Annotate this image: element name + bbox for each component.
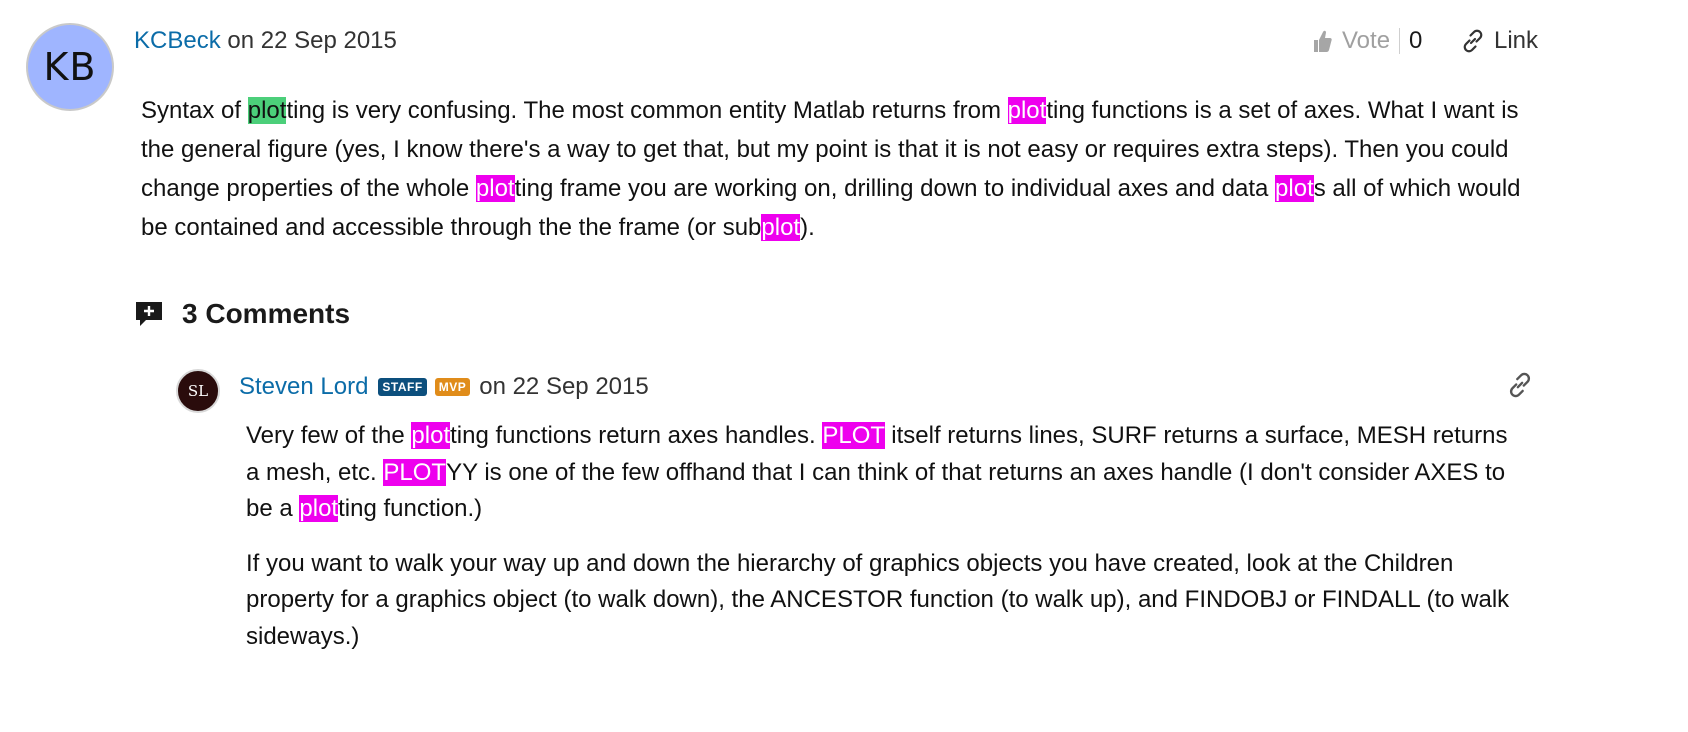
text-segment: Very few of the bbox=[246, 422, 412, 449]
link-button[interactable]: Link bbox=[1460, 24, 1538, 58]
search-highlight: PLOT bbox=[822, 422, 885, 449]
comment-avatar-initials: SL bbox=[187, 382, 209, 400]
comment-meta: Steven Lord STAFF MVP on 22 Sep 2015 bbox=[239, 372, 649, 402]
search-highlight: PLOT bbox=[383, 458, 447, 486]
text-segment: ting functions return axes handles. bbox=[450, 422, 823, 449]
thumbs-up-icon bbox=[1314, 30, 1332, 52]
search-highlight: plot bbox=[475, 175, 515, 202]
comment-avatar[interactable]: SL bbox=[176, 369, 220, 413]
text-segment: ting function.) bbox=[338, 495, 483, 522]
add-comment-icon bbox=[136, 302, 162, 326]
text-segment: ting is very confusing. The most common … bbox=[286, 97, 1008, 124]
vote-count: 0 bbox=[1409, 27, 1423, 54]
mvp-badge: MVP bbox=[434, 378, 471, 396]
staff-badge: STAFF bbox=[378, 378, 427, 396]
text-segment: ). bbox=[800, 214, 815, 241]
search-highlight-current: plot bbox=[247, 97, 287, 124]
text-segment: ting frame you are working on, drilling … bbox=[514, 175, 1276, 202]
chain-link-icon bbox=[1509, 372, 1531, 398]
answer-meta: KCBeck on 22 Sep 2015 bbox=[134, 26, 397, 56]
search-highlight: plot bbox=[1275, 175, 1314, 202]
link-label: Link bbox=[1494, 27, 1539, 54]
answer-page: KB KCBeck on 22 Sep 2015 Vote 0 Link Syn… bbox=[0, 0, 1688, 732]
answer-body: Syntax of plotting is very confusing. Th… bbox=[141, 91, 1541, 247]
chain-link-icon bbox=[1463, 29, 1483, 53]
search-highlight: plot bbox=[299, 495, 339, 522]
comment-paragraph: Very few of the plotting functions retur… bbox=[246, 418, 1526, 528]
avatar[interactable]: KB bbox=[26, 23, 114, 111]
comment-permalink-button[interactable] bbox=[1506, 371, 1534, 404]
vote-divider bbox=[1399, 28, 1401, 54]
search-highlight: plot bbox=[411, 422, 451, 449]
author-link[interactable]: KCBeck bbox=[134, 27, 221, 54]
comment-date: on 22 Sep 2015 bbox=[479, 373, 649, 400]
answer-date: on 22 Sep 2015 bbox=[227, 27, 397, 54]
comment-author-link[interactable]: Steven Lord bbox=[239, 372, 368, 402]
vote-button[interactable]: Vote bbox=[1312, 27, 1390, 55]
vote-label: Vote bbox=[1342, 27, 1391, 54]
avatar-initials: KB bbox=[43, 45, 97, 89]
comment-paragraph: If you want to walk your way up and down… bbox=[246, 546, 1526, 656]
search-highlight: plot bbox=[761, 214, 801, 241]
text-segment: Syntax of bbox=[141, 97, 248, 124]
text-segment: If you want to walk your way up and down… bbox=[246, 549, 1510, 650]
comments-title: 3 Comments bbox=[182, 298, 351, 329]
comments-header: 3 Comments bbox=[134, 298, 350, 330]
comment-body: Very few of the plotting functions retur… bbox=[246, 418, 1526, 673]
search-highlight: plot bbox=[1007, 97, 1047, 124]
vote-control: Vote 0 bbox=[1312, 24, 1422, 58]
